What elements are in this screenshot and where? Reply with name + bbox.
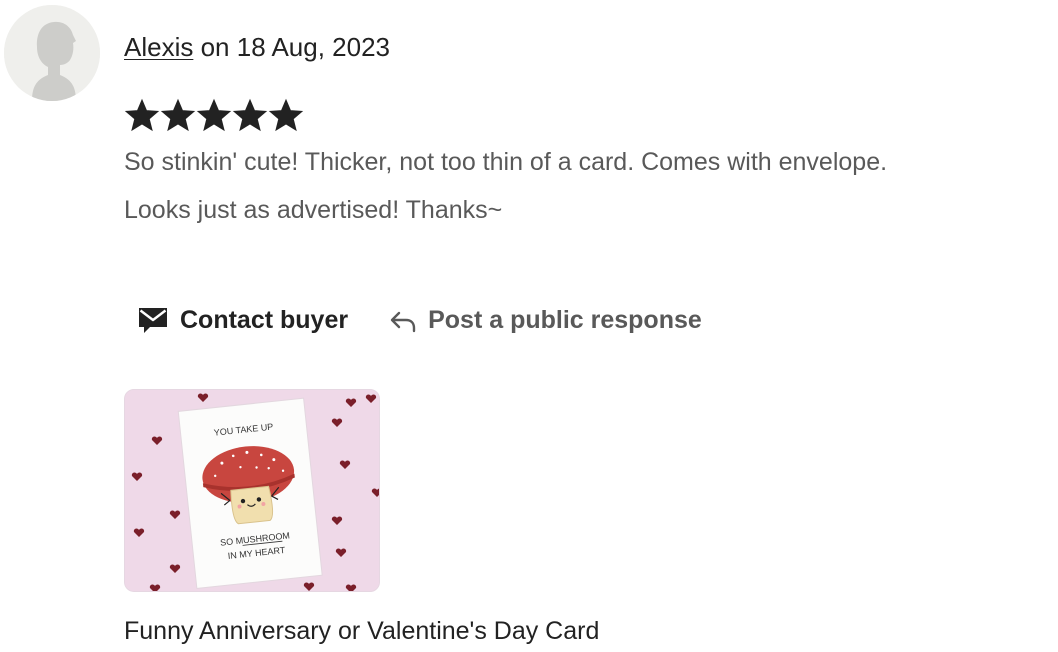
star-icon: [268, 98, 304, 132]
review-text-line-2: Looks just as advertised! Thanks~: [124, 196, 503, 224]
post-public-response-button[interactable]: Post a public response: [376, 290, 714, 350]
review-body: So stinkin' cute! Thicker, not too thin …: [124, 138, 1054, 234]
review-actions: Contact buyer Post a public response: [124, 290, 714, 350]
reply-arrow-icon: [388, 306, 418, 334]
star-icon: [124, 98, 160, 132]
reviewer-name-link[interactable]: Alexis: [124, 32, 193, 62]
star-icon: [160, 98, 196, 132]
contact-buyer-button[interactable]: Contact buyer: [124, 290, 360, 350]
review-text-line-1: So stinkin' cute! Thicker, not too thin …: [124, 148, 888, 176]
product-thumbnail[interactable]: YOU TAKE UP SO MUSHROOM IN MY HEART: [124, 389, 380, 592]
envelope-icon: [136, 304, 170, 336]
star-icon: [196, 98, 232, 132]
star-icon: [232, 98, 268, 132]
product-title-link[interactable]: Funny Anniversary or Valentine's Day Car…: [124, 614, 599, 648]
date-prefix: on: [193, 32, 237, 62]
contact-buyer-label: Contact buyer: [180, 305, 349, 334]
star-rating: [124, 97, 304, 135]
review-header: Alexis on 18 Aug, 2023: [124, 30, 390, 64]
reviewer-avatar: [4, 5, 100, 101]
product-image: YOU TAKE UP SO MUSHROOM IN MY HEART: [125, 390, 379, 591]
post-public-response-label: Post a public response: [428, 305, 702, 334]
default-avatar-icon: [4, 5, 100, 101]
review-date: 18 Aug, 2023: [236, 32, 390, 62]
